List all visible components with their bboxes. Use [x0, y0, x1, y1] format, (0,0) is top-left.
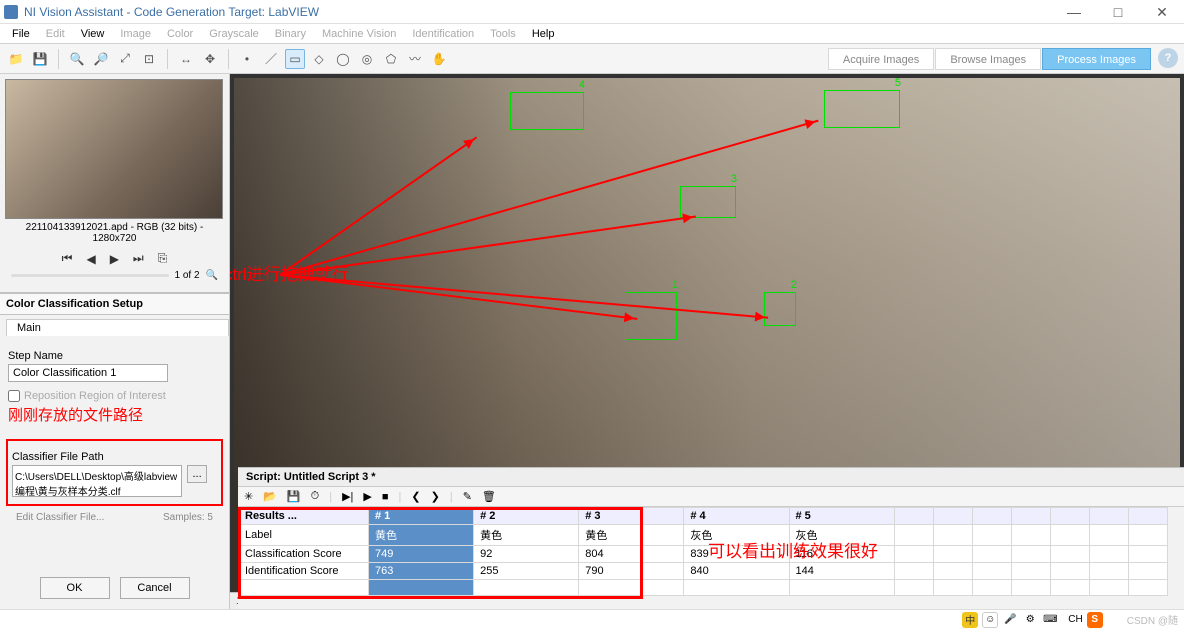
gear-icon[interactable]: ⚙ — [1022, 612, 1038, 628]
keyboard-icon[interactable]: ⌨ — [1042, 612, 1058, 628]
tool-b-icon[interactable]: ✥ — [200, 49, 220, 69]
menu-bar: File Edit View Image Color Grayscale Bin… — [0, 24, 1184, 44]
script-perf-icon[interactable]: ⏱ — [311, 490, 320, 503]
annulus-icon[interactable]: ◎ — [357, 49, 377, 69]
rotrect-icon[interactable]: ◇ — [309, 49, 329, 69]
menu-grayscale[interactable]: Grayscale — [201, 28, 267, 40]
zoom-100-icon[interactable]: ⊡ — [139, 49, 159, 69]
script-new-icon[interactable]: ✳ — [244, 490, 253, 503]
cancel-button[interactable]: Cancel — [120, 577, 190, 599]
classifier-path-input[interactable]: C:\Users\DELL\Desktop\高级labview编程\黄与灰样本分… — [12, 465, 182, 497]
menu-binary[interactable]: Binary — [267, 28, 314, 40]
script-edit-icon[interactable]: ✎ — [463, 490, 472, 503]
poly-icon[interactable]: ⬠ — [381, 49, 401, 69]
script-open-icon[interactable]: 📂 — [263, 490, 277, 503]
roi-4[interactable]: 4 — [510, 92, 584, 130]
window-close-button[interactable]: ✕ — [1140, 0, 1184, 24]
sogou-icon[interactable]: S — [1087, 612, 1103, 628]
rect-icon[interactable]: ▭ — [285, 49, 305, 69]
menu-color[interactable]: Color — [159, 28, 201, 40]
script-panel: Script: Untitled Script 3 * ✳ 📂 💾 ⏱ | ▶|… — [238, 467, 1184, 609]
window-minimize-button[interactable]: — — [1052, 0, 1096, 24]
emoji-icon[interactable]: ☺ — [982, 612, 998, 628]
browse-button[interactable]: ... — [187, 465, 207, 483]
zoom-out-icon[interactable]: 🔎 — [91, 49, 111, 69]
col-5[interactable]: # 5 — [789, 508, 894, 525]
point-icon[interactable]: • — [237, 49, 257, 69]
stepname-label: Step Name — [8, 350, 221, 362]
left-panel: 221104133912021.apd - RGB (32 bits) - 12… — [0, 74, 230, 609]
annotation-results: 可以看出训练效果很好 — [708, 537, 878, 562]
pager-count: 1 of 2 — [175, 270, 200, 281]
samples-count: Samples: 5 — [155, 512, 221, 523]
script-title: Script: Untitled Script 3 * — [238, 468, 1184, 487]
setup-heading: Color Classification Setup — [0, 293, 229, 315]
open-icon[interactable]: 📁 — [6, 49, 26, 69]
ime-icon[interactable]: 中 — [962, 612, 978, 628]
ok-button[interactable]: OK — [40, 577, 110, 599]
script-prev-icon[interactable]: ❮ — [411, 490, 420, 503]
col-4[interactable]: # 4 — [684, 508, 789, 525]
zoom-fit-icon[interactable]: ⤢ — [115, 49, 135, 69]
zoom-in-icon[interactable]: 🔍 — [67, 49, 87, 69]
menu-help[interactable]: Help — [524, 28, 563, 40]
classifier-path-highlight: Classifier File Path C:\Users\DELL\Deskt… — [6, 439, 223, 506]
oval-icon[interactable]: ◯ — [333, 49, 353, 69]
save-icon[interactable]: 💾 — [30, 49, 50, 69]
tab-main[interactable]: Main — [6, 319, 229, 336]
thumbnail-label: 221104133912021.apd - RGB (32 bits) - 12… — [5, 219, 224, 247]
acquire-images-button[interactable]: Acquire Images — [828, 48, 934, 70]
thumb-slider[interactable] — [11, 274, 169, 277]
thumbnail-image[interactable] — [5, 79, 223, 219]
script-save-icon[interactable]: 💾 — [287, 490, 301, 503]
window-title: NI Vision Assistant - Code Generation Ta… — [24, 0, 1052, 24]
script-delete-icon[interactable]: 🗑 — [482, 490, 496, 503]
taskbar: 中 ☺ 🎤 ⚙ ⌨ CH S CSDN @随 — [0, 609, 1184, 629]
free-icon[interactable]: 〰 — [405, 49, 425, 69]
app-icon — [4, 5, 18, 19]
stepname-input[interactable] — [8, 364, 168, 382]
line-icon[interactable]: ／ — [261, 49, 281, 69]
reposition-checkbox[interactable] — [8, 390, 20, 402]
pager-zoom-icon[interactable]: 🔍 — [206, 270, 218, 281]
reposition-label: Reposition Region of Interest — [24, 390, 166, 402]
pager-play-icon[interactable]: ▶ — [110, 252, 119, 266]
toolbar: 📁 💾 🔍 🔎 ⤢ ⊡ ↔ ✥ • ／ ▭ ◇ ◯ ◎ ⬠ 〰 ✋ Acquir… — [0, 44, 1184, 74]
watermark: CSDN @随 — [1127, 612, 1178, 627]
pager-prev-icon[interactable]: ◀ — [86, 252, 95, 266]
classifier-label: Classifier File Path — [12, 451, 217, 463]
menu-machinevision[interactable]: Machine Vision — [314, 28, 404, 40]
window-maximize-button[interactable]: □ — [1096, 0, 1140, 24]
pan-icon[interactable]: ✋ — [429, 49, 449, 69]
script-run-icon[interactable]: ▶ — [363, 490, 371, 503]
annotation-file-path: 刚刚存放的文件路径 — [8, 404, 221, 425]
pager-first-icon[interactable]: ⏮ — [62, 251, 73, 266]
menu-view[interactable]: View — [73, 28, 113, 40]
script-next-icon[interactable]: ❯ — [431, 490, 440, 503]
results-highlight-box — [238, 507, 643, 599]
script-runstep-icon[interactable]: ▶| — [342, 490, 353, 503]
menu-file[interactable]: File — [4, 28, 38, 40]
mic-icon[interactable]: 🎤 — [1002, 612, 1018, 628]
script-stop-icon[interactable]: ■ — [382, 491, 389, 503]
annotation-drag: 按住ctrl进行拖拽就行 — [230, 260, 349, 285]
process-images-button[interactable]: Process Images — [1042, 48, 1151, 70]
browse-images-button[interactable]: Browse Images — [935, 48, 1041, 70]
menu-image[interactable]: Image — [112, 28, 159, 40]
help-icon[interactable]: ? — [1158, 48, 1178, 68]
menu-tools[interactable]: Tools — [482, 28, 524, 40]
tool-a-icon[interactable]: ↔ — [176, 49, 196, 69]
pager-mode-icon[interactable]: ⎘ — [158, 251, 168, 266]
edit-classifier-link[interactable]: Edit Classifier File... — [8, 512, 112, 523]
ch-indicator[interactable]: CH — [1068, 614, 1082, 625]
pager-next-icon[interactable]: ⏭ — [133, 251, 144, 266]
roi-5[interactable]: 5 — [824, 90, 900, 128]
menu-identification[interactable]: Identification — [404, 28, 482, 40]
menu-edit[interactable]: Edit — [38, 28, 73, 40]
